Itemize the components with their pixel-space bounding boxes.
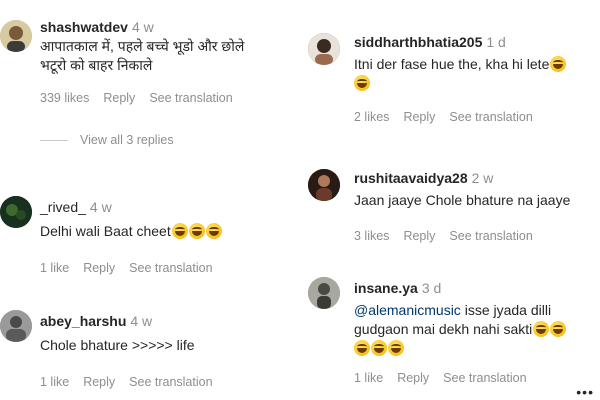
laughing-emoji-icon [354,340,370,356]
grinning-squinting-emoji-icon [550,56,567,72]
avatar[interactable] [308,33,340,65]
laughing-emoji-icon [371,340,387,356]
comment-text: Delhi wali Baat cheet [40,222,300,241]
avatar[interactable] [0,310,32,342]
avatar-image [0,196,32,228]
see-translation-button[interactable]: See translation [449,110,532,124]
comment-emoji-line [354,74,600,93]
laughing-emoji-icon [533,321,550,337]
more-options-icon[interactable]: ••• [576,384,594,400]
reply-button[interactable]: Reply [403,229,435,243]
see-translation-button[interactable]: See translation [443,371,526,385]
comment-text-content: isse jyada dilli [460,302,552,318]
comment-text: gudgaon mai dekh nahi sakti [354,320,600,339]
comment-text: Jaan jaaye Chole bhature na jaaye [354,192,571,208]
timestamp[interactable]: 2 w [472,170,494,186]
avatar-image [308,169,340,201]
laughing-emoji-icon [550,321,567,337]
see-translation-button[interactable]: See translation [149,91,232,105]
comment-actions: 339 likes Reply See translation [40,90,300,106]
avatar-image [0,310,32,342]
laughing-emoji-icon [171,223,188,239]
likes-count[interactable]: 1 like [40,261,69,275]
comment-text: Itni der fase hue the, kha hi lete [354,55,600,74]
see-translation-button[interactable]: See translation [129,375,212,389]
likes-count[interactable]: 2 likes [354,110,389,124]
mention-link[interactable]: @alemanicmusic [354,302,461,318]
avatar[interactable] [308,277,340,309]
see-translation-button[interactable]: See translation [449,229,532,243]
comment-text-content: gudgaon mai dekh nahi sakti [354,321,533,337]
reply-button[interactable]: Reply [83,375,115,389]
comment-text-line: आपातकाल में, पहले बच्चे भूडो और छोले [40,38,245,54]
username[interactable]: _rived_ [40,199,86,215]
timestamp[interactable]: 3 d [422,280,441,296]
timestamp[interactable]: 4 w [90,199,112,215]
avatar-image [0,20,32,52]
comment-actions: 2 likes Reply See translation [354,109,600,125]
replies-divider [40,139,68,141]
likes-count[interactable]: 1 like [40,375,69,389]
comment-actions: 1 like Reply See translation [40,260,300,276]
comment-body: insane.ya 3 d @alemanicmusic isse jyada d… [354,279,600,386]
timestamp[interactable]: 4 w [130,313,152,329]
comment-body: abey_harshu 4 w Chole bhature >>>>> life … [40,312,300,390]
comment-emoji-line [354,339,600,358]
timestamp[interactable]: 4 w [132,19,154,35]
avatar[interactable] [308,169,340,201]
reply-button[interactable]: Reply [403,110,435,124]
avatar[interactable] [0,196,32,228]
username[interactable]: insane.ya [354,280,418,296]
view-replies-button[interactable]: View all 3 replies [40,133,300,147]
comment-body: siddharthbhatia205 1 d Itni der fase hue … [354,33,600,125]
comment-text: @alemanicmusic isse jyada dilli [354,301,600,320]
likes-count[interactable]: 3 likes [354,229,389,243]
username[interactable]: siddharthbhatia205 [354,34,482,50]
grinning-squinting-emoji-icon [354,75,370,91]
comment-body: rushitaavaidya28 2 w Jaan jaaye Chole bha… [354,169,600,244]
view-replies-label: View all 3 replies [80,133,174,147]
likes-count[interactable]: 339 likes [40,91,89,105]
see-translation-button[interactable]: See translation [129,261,212,275]
comment-text-content: Itni der fase hue the, kha hi lete [354,56,550,72]
username[interactable]: abey_harshu [40,313,126,329]
comment-actions: 1 like Reply See translation [40,374,300,390]
avatar-image [308,33,340,65]
reply-button[interactable]: Reply [103,91,135,105]
avatar-image [308,277,340,309]
comment-actions: 1 like Reply See translation [354,370,600,386]
comment-text-line: भटूरो को बाहर निकाले [40,57,153,73]
laughing-emoji-icon [188,223,205,239]
reply-button[interactable]: Reply [83,261,115,275]
comment-body: _rived_ 4 w Delhi wali Baat cheet 1 like R… [40,198,300,276]
laughing-emoji-icon [388,340,404,356]
comment-text: Chole bhature >>>>> life [40,337,195,353]
timestamp[interactable]: 1 d [486,34,505,50]
comment-actions: 3 likes Reply See translation [354,228,600,244]
username[interactable]: rushitaavaidya28 [354,170,468,186]
laughing-emoji-icon [205,223,222,239]
comments-column-left: shashwatdev 4 w आपातकाल में, पहले बच्चे भ… [0,0,300,400]
likes-count[interactable]: 1 like [354,371,383,385]
comments-column-right: siddharthbhatia205 1 d Itni der fase hue … [304,0,600,400]
comment-body: shashwatdev 4 w आपातकाल में, पहले बच्चे भ… [40,18,300,147]
username[interactable]: shashwatdev [40,19,128,35]
avatar[interactable] [0,20,32,52]
comment-text-content: Delhi wali Baat cheet [40,223,171,239]
reply-button[interactable]: Reply [397,371,429,385]
